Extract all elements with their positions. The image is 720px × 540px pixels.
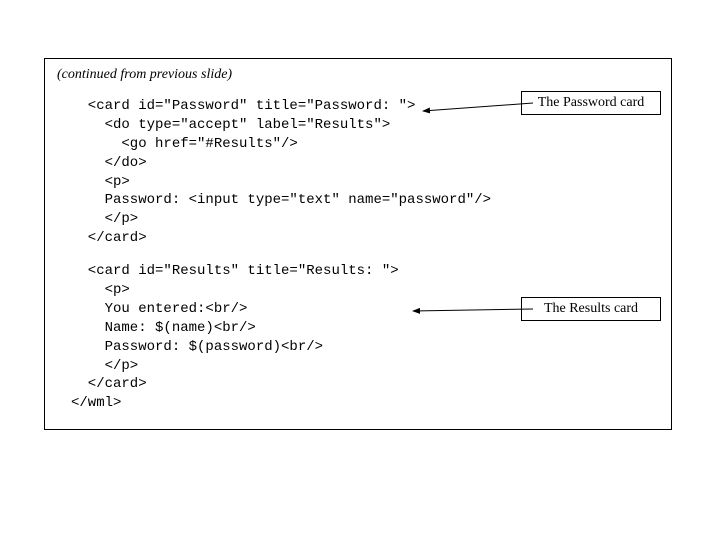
label-password-card: The Password card [521, 91, 661, 115]
label-results-card: The Results card [521, 297, 661, 321]
code-block-results: <card id="Results" title="Results: "> <p… [71, 262, 659, 413]
slide-caption: (continued from previous slide) [57, 67, 659, 83]
slide-frame: (continued from previous slide) <card id… [44, 58, 672, 430]
code-block-password: <card id="Password" title="Password: "> … [71, 97, 659, 248]
